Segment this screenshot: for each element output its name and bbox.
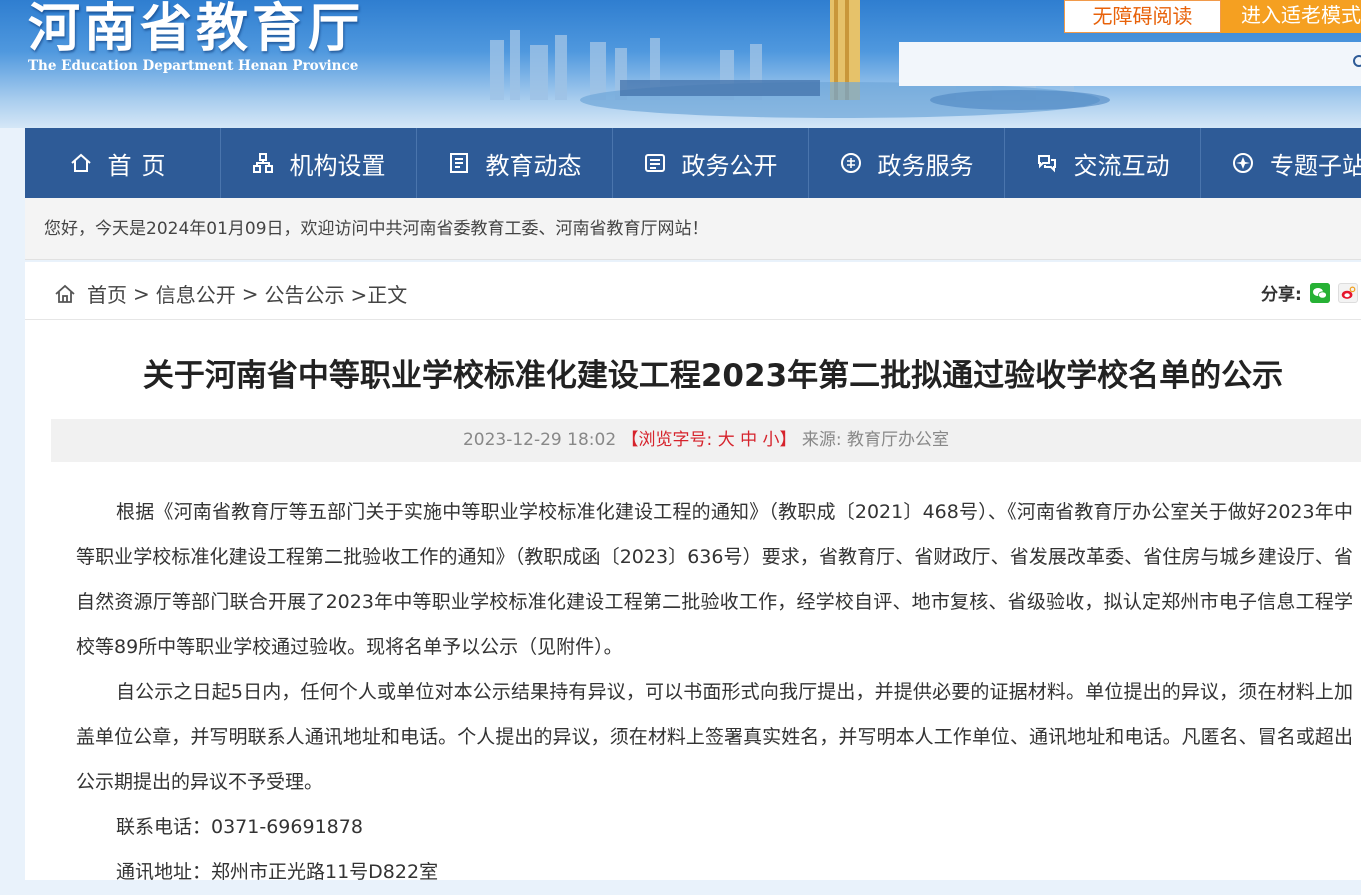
nav-label: 专题子站 bbox=[1270, 151, 1361, 180]
nav-item-org[interactable]: 机构设置 bbox=[221, 128, 417, 198]
breadcrumb-current: >正文 bbox=[350, 283, 408, 307]
welcome-message: 您好，今天是2024年01月09日，欢迎访问中共河南省委教育工委、河南省教育厅网… bbox=[25, 198, 1361, 260]
font-size-close: 】 bbox=[779, 430, 797, 450]
breadcrumb: 首页 > 信息公开 > 公告公示 >正文 bbox=[53, 279, 407, 308]
gov-open-icon bbox=[644, 154, 665, 172]
article-body: 根据《河南省教育厅等五部门关于实施中等职业学校标准化建设工程的通知》（教职成〔2… bbox=[76, 490, 1353, 895]
nav-label: 政务服务 bbox=[877, 151, 974, 180]
site-subtitle: The Education Department Henan Province bbox=[28, 58, 359, 74]
nav-label: 交流互动 bbox=[1073, 151, 1170, 180]
nav-item-home[interactable]: 首页 bbox=[25, 128, 221, 198]
site-header: 河南省教育厅 The Education Department Henan Pr… bbox=[0, 0, 1361, 128]
home-icon bbox=[70, 153, 91, 172]
search-icon[interactable] bbox=[1352, 54, 1361, 70]
wechat-icon[interactable] bbox=[1309, 282, 1330, 303]
article-title: 关于河南省中等职业学校标准化建设工程2023年第二批拟通过验收学校名单的公示 bbox=[142, 358, 1284, 394]
contact-phone: 联系电话：0371-69691878 bbox=[116, 816, 363, 838]
nav-label: 机构设置 bbox=[289, 151, 386, 180]
share-bar: 分享: bbox=[1261, 280, 1358, 305]
accessibility-reading-button[interactable]: 无障碍阅读 bbox=[1064, 0, 1221, 33]
breadcrumb-bar: 首页 > 信息公开 > 公告公示 >正文 分享: bbox=[25, 262, 1361, 320]
font-medium-button[interactable]: 中 bbox=[740, 430, 757, 450]
home-icon[interactable] bbox=[53, 282, 77, 306]
nav-label: 首页 bbox=[107, 151, 176, 180]
site-title: 河南省教育厅 bbox=[28, 0, 365, 59]
breadcrumb-notice-link[interactable]: 公告公示 bbox=[265, 279, 345, 308]
interaction-icon bbox=[1037, 155, 1056, 173]
org-icon bbox=[252, 153, 273, 173]
article-source: 来源: 教育厅办公室 bbox=[801, 430, 950, 450]
gov-service-icon bbox=[840, 153, 861, 173]
font-large-button[interactable]: 大 bbox=[718, 430, 735, 450]
main-nav: 首页 机构设置 教育动态 政务公开 政务服务 交流互动 专题子站 bbox=[25, 128, 1361, 198]
breadcrumb-separator: > bbox=[133, 281, 150, 306]
nav-item-topics[interactable]: 专题子站 bbox=[1201, 128, 1361, 198]
nav-item-news[interactable]: 教育动态 bbox=[417, 128, 613, 198]
search-input[interactable] bbox=[899, 42, 1361, 86]
elder-mode-button[interactable]: 进入适老模式 bbox=[1221, 0, 1361, 33]
share-label: 分享: bbox=[1261, 285, 1302, 305]
breadcrumb-separator: > bbox=[241, 281, 259, 306]
contact-address: 通讯地址：郑州市正光路11号D822室 bbox=[116, 861, 439, 883]
nav-item-gov-service[interactable]: 政务服务 bbox=[809, 128, 1005, 198]
nav-label: 政务公开 bbox=[681, 151, 778, 180]
topics-icon bbox=[1233, 153, 1253, 173]
nav-item-interaction[interactable]: 交流互动 bbox=[1005, 128, 1201, 198]
article-paragraph: 根据《河南省教育厅等五部门关于实施中等职业学校标准化建设工程的通知》（教职成〔2… bbox=[76, 501, 1353, 658]
publish-datetime: 2023-12-29 18:02 bbox=[462, 430, 617, 450]
article-paragraph: 自公示之日起5日内，任何个人或单位对本公示结果持有异议，可以书面形式向我厅提出，… bbox=[76, 681, 1353, 793]
breadcrumb-info-link[interactable]: 信息公开 bbox=[156, 279, 236, 308]
font-small-button[interactable]: 小 bbox=[763, 430, 780, 450]
breadcrumb-home-link[interactable]: 首页 bbox=[87, 279, 127, 308]
nav-item-gov-open[interactable]: 政务公开 bbox=[613, 128, 809, 198]
font-size-selector: 【浏览字号: 大 中 小】 bbox=[622, 430, 802, 450]
news-icon bbox=[449, 153, 468, 173]
font-size-label: 【浏览字号: bbox=[621, 430, 713, 450]
nav-label: 教育动态 bbox=[485, 151, 582, 180]
weibo-icon[interactable] bbox=[1337, 282, 1358, 303]
content-panel: 首页 > 信息公开 > 公告公示 >正文 分享: 关于河南省中等职业学校标准化建… bbox=[25, 262, 1361, 883]
article-meta: 2023-12-29 18:02 【浏览字号: 大 中 小】 来源: 教育厅办公… bbox=[51, 419, 1361, 462]
